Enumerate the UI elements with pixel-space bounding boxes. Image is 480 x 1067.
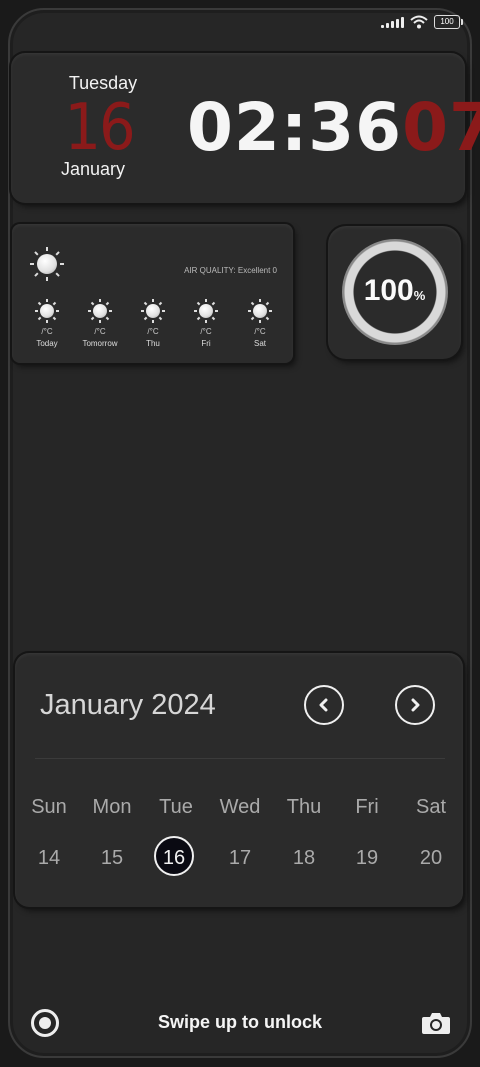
wifi-icon	[410, 15, 428, 29]
weekday-header: Mon	[92, 796, 132, 818]
battery-widget[interactable]: 100%	[328, 226, 461, 359]
weekday-header: Thu	[286, 796, 322, 818]
next-month-button[interactable]	[395, 685, 435, 725]
forecast-day-name: Thu	[146, 339, 160, 348]
signal-icon	[381, 16, 404, 28]
weekday-header: Sun	[31, 796, 67, 818]
calendar-date[interactable]: 17	[210, 847, 270, 870]
sun-icon	[30, 247, 64, 281]
calendar-date[interactable]: 15	[82, 847, 142, 870]
sun-icon	[88, 299, 112, 323]
calendar-date[interactable]: 19	[337, 847, 397, 870]
prev-month-button[interactable]	[304, 685, 344, 725]
calendar-date[interactable]: 20	[401, 847, 461, 870]
battery-level: 100	[440, 17, 454, 26]
sun-icon	[194, 299, 218, 323]
forecast-day-name: Sat	[253, 339, 266, 348]
forecast-day: /°C Sat	[234, 299, 286, 348]
battery-percent-value: 100	[363, 274, 414, 307]
camera-icon[interactable]	[421, 1011, 451, 1035]
calendar-divider	[35, 758, 445, 759]
sun-icon	[35, 299, 59, 323]
forecast-day-name: Fri	[201, 339, 211, 348]
calendar-date[interactable]: 18	[274, 847, 334, 870]
battery-icon: 100	[434, 15, 463, 29]
day-number: 16	[64, 91, 135, 165]
weekday-header: Wed	[219, 796, 261, 818]
forecast-day: /°C Tomorrow	[74, 299, 126, 348]
time-seconds: 07	[402, 89, 480, 166]
month-label: January	[60, 159, 126, 179]
weather-widget[interactable]: AIR QUALITY: Excellent 0 /°C Today /°C T…	[12, 224, 293, 363]
chevron-right-icon	[411, 698, 420, 712]
time-display: 02:3607	[187, 89, 480, 166]
forecast-day-name: Tomorrow	[82, 339, 118, 348]
time-hours-minutes: 02:36	[187, 89, 403, 166]
sun-icon	[248, 299, 272, 323]
status-bar: 100	[381, 12, 463, 32]
battery-percent-unit: %	[413, 288, 426, 303]
forecast-day: /°C Fri	[180, 299, 232, 348]
forecast-temp: /°C	[94, 327, 106, 336]
calendar-date-selected[interactable]: 16	[154, 836, 194, 876]
swipe-unlock-text: Swipe up to unlock	[157, 1012, 322, 1032]
calendar-title: January 2024	[40, 689, 216, 721]
forecast-day: /°C Today	[21, 299, 73, 348]
battery-percent: 100%	[328, 274, 461, 308]
forecast-temp: /°C	[41, 327, 53, 336]
forecast-temp: /°C	[200, 327, 212, 336]
weekday-header: Tue	[159, 796, 193, 818]
calendar-widget: January 2024 Sun Mon Tue Wed Thu Fri Sat…	[15, 653, 463, 907]
forecast-day-name: Today	[36, 339, 58, 348]
calendar-date[interactable]: 14	[19, 847, 79, 870]
chevron-left-icon	[319, 698, 328, 712]
air-quality-label: AIR QUALITY: Excellent 0	[184, 266, 277, 275]
forecast-day: /°C Thu	[127, 299, 179, 348]
forecast-temp: /°C	[254, 327, 266, 336]
clock-widget[interactable]: Tuesday 16 January 02:3607	[11, 53, 480, 203]
weekday-header: Fri	[355, 796, 379, 818]
sun-icon	[141, 299, 165, 323]
weekday-header: Sat	[415, 796, 447, 818]
forecast-temp: /°C	[147, 327, 159, 336]
